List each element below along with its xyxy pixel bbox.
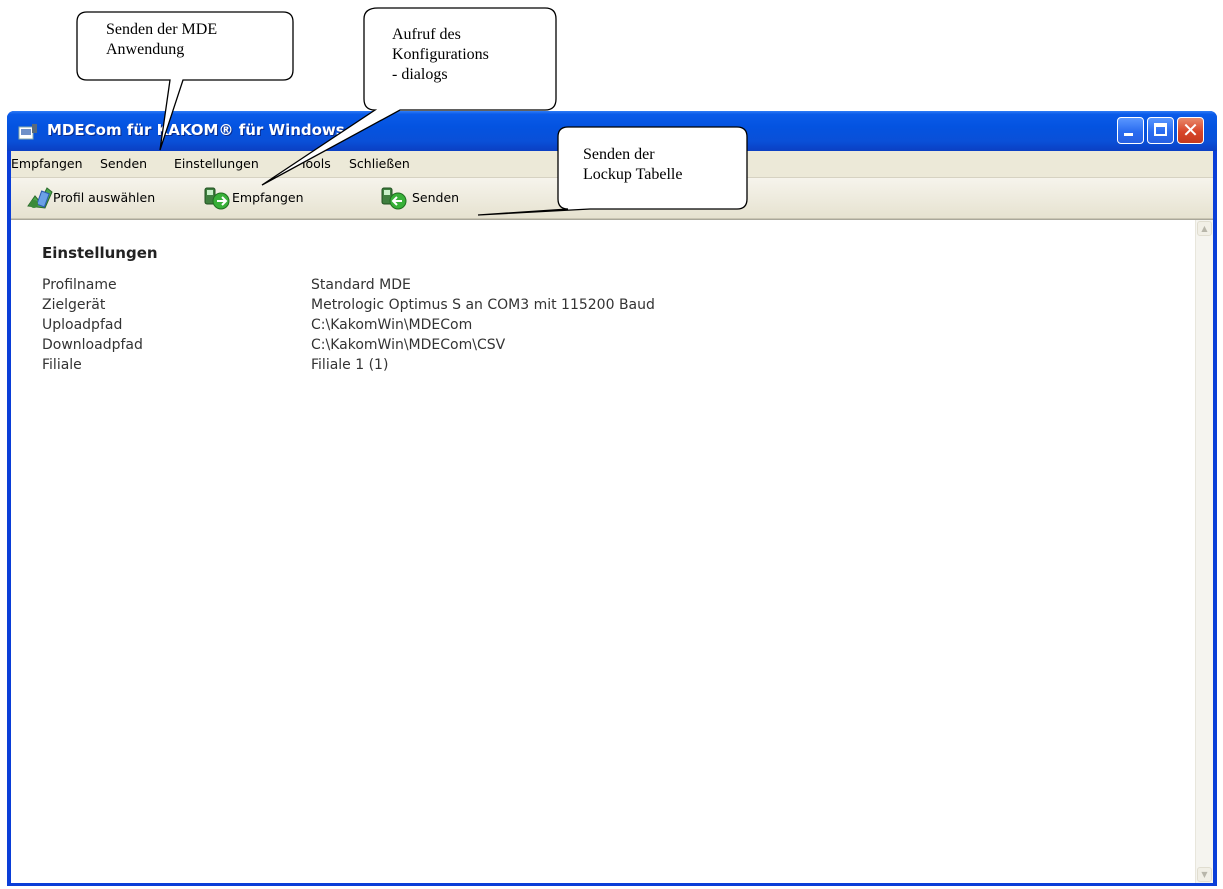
window-title: MDECom für KAKOM® für Windows [47, 121, 345, 139]
callout-line: Anwendung [106, 41, 185, 58]
close-icon: ✕ [1182, 118, 1199, 142]
send-icon [381, 187, 407, 210]
minimize-button[interactable] [1117, 117, 1144, 144]
maximize-button[interactable] [1147, 117, 1174, 144]
senden-button[interactable]: Senden [379, 182, 499, 212]
menu-empfangen[interactable]: Empfangen [11, 156, 83, 171]
callout-line: Aufruf des [392, 26, 461, 43]
row-value: Filiale 1 (1) [311, 357, 389, 373]
row-label: Uploadpfad [42, 317, 123, 333]
section-title: Einstellungen [42, 244, 158, 262]
empfangen-label: Empfangen [232, 190, 304, 205]
maximize-icon [1154, 123, 1167, 136]
row-label: Filiale [42, 357, 82, 373]
callout-lockup: Senden der Lockup Tabelle [583, 145, 682, 185]
callout-line: - dialogs [392, 66, 448, 83]
row-label: Profilname [42, 277, 117, 293]
empfangen-button[interactable]: Empfangen [202, 182, 342, 212]
settings-panel: Einstellungen Profilname Standard MDE Zi… [11, 219, 1213, 883]
profil-auswaehlen-button[interactable]: Profil auswählen [25, 182, 195, 212]
app-icon [18, 124, 37, 140]
callout-line: Senden der MDE [106, 21, 218, 38]
close-button[interactable]: ✕ [1177, 117, 1204, 144]
senden-label: Senden [412, 190, 460, 205]
menu-senden[interactable]: Senden [100, 156, 147, 171]
vertical-scrollbar[interactable]: ▲ ▼ [1195, 220, 1213, 883]
menu-tools[interactable]: Tools [300, 156, 331, 171]
row-value: Standard MDE [311, 277, 411, 293]
menu-schliessen[interactable]: Schließen [349, 156, 410, 171]
window-body: Empfangen Senden Einstellungen Tools Sch… [11, 151, 1213, 883]
minimize-icon [1124, 133, 1133, 136]
row-value: C:\KakomWin\MDECom [311, 317, 473, 333]
row-label: Downloadpfad [42, 337, 143, 353]
callout-line: Lockup Tabelle [583, 166, 683, 183]
scroll-down-icon[interactable]: ▼ [1197, 867, 1212, 882]
menu-einstellungen[interactable]: Einstellungen [174, 156, 259, 171]
receive-icon [204, 187, 230, 210]
scroll-up-icon[interactable]: ▲ [1197, 221, 1212, 236]
profile-icon [27, 187, 53, 209]
row-value: C:\KakomWin\MDECom\CSV [311, 337, 506, 353]
profil-auswaehlen-label: Profil auswählen [53, 190, 156, 205]
app-window: MDECom für KAKOM® für Windows ✕ Empfange… [7, 111, 1217, 886]
callout-line: Konfigurations [392, 46, 489, 63]
row-value: Metrologic Optimus S an COM3 mit 115200 … [311, 297, 655, 313]
callout-konfiguration: Aufruf des Konfigurations - dialogs [392, 25, 489, 85]
callout-line: Senden der [583, 146, 655, 163]
row-label: Zielgerät [42, 297, 106, 313]
callout-senden-mde: Senden der MDE Anwendung [106, 20, 217, 60]
